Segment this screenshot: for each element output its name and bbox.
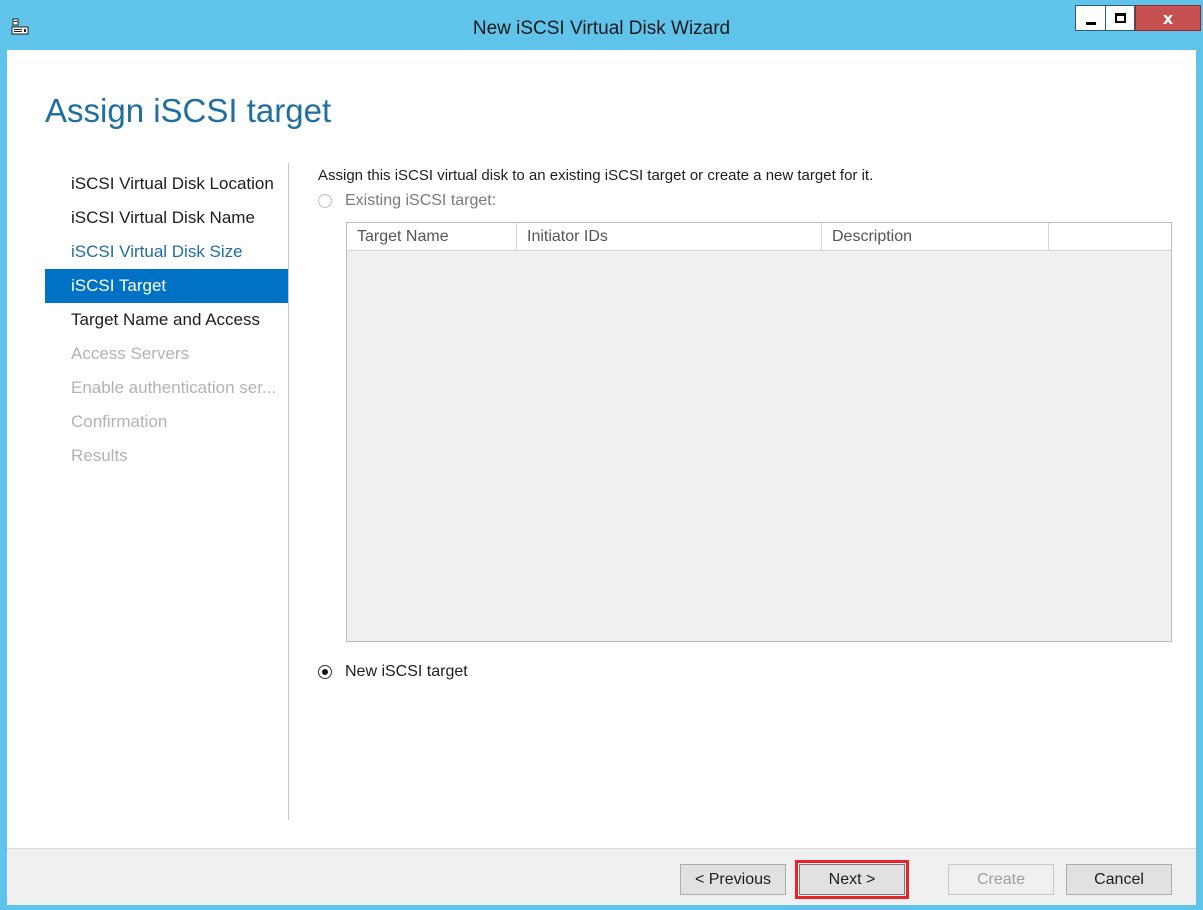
minimize-icon bbox=[1085, 21, 1096, 25]
column-description[interactable]: Description bbox=[822, 223, 1049, 251]
existing-target-label: Existing iSCSI target: bbox=[345, 192, 497, 209]
step-results: Results bbox=[71, 446, 128, 465]
step-enable-authentication: Enable authentication ser... bbox=[71, 378, 277, 397]
step-virtual-disk-name[interactable]: iSCSI Virtual Disk Name bbox=[45, 201, 288, 235]
step-confirmation: Confirmation bbox=[71, 412, 168, 431]
instruction-text: Assign this iSCSI virtual disk to an exi… bbox=[318, 167, 874, 184]
wizard-client-area: Assign iSCSI target iSCSI Virtual Disk L… bbox=[7, 50, 1196, 905]
maximize-button[interactable] bbox=[1105, 5, 1135, 31]
new-target-label[interactable]: New iSCSI target bbox=[345, 663, 468, 681]
existing-target-option: Existing iSCSI target: bbox=[318, 190, 1178, 212]
window-controls: x bbox=[1075, 5, 1201, 31]
step-virtual-disk-size[interactable]: iSCSI Virtual Disk Size bbox=[45, 235, 288, 269]
maximize-icon bbox=[1114, 13, 1126, 23]
page-title: Assign iSCSI target bbox=[45, 92, 332, 129]
table-header: Target Name Initiator IDs Description bbox=[347, 223, 1171, 251]
step-access-servers: Access Servers bbox=[71, 344, 190, 363]
content-panel: Assign this iSCSI virtual disk to an exi… bbox=[318, 166, 1178, 680]
new-target-option[interactable]: New iSCSI target bbox=[318, 661, 468, 683]
new-target-radio[interactable] bbox=[318, 665, 332, 679]
minimize-button[interactable] bbox=[1075, 5, 1105, 31]
nav-divider bbox=[288, 163, 289, 820]
existing-target-radio bbox=[318, 194, 332, 208]
close-icon: x bbox=[1162, 8, 1174, 28]
column-extra[interactable] bbox=[1049, 223, 1171, 251]
column-target-name[interactable]: Target Name bbox=[347, 223, 517, 251]
title-bar[interactable]: New iSCSI Virtual Disk Wizard x bbox=[0, 0, 1203, 50]
column-initiator-ids[interactable]: Initiator IDs bbox=[517, 223, 822, 251]
step-target-name-access[interactable]: Target Name and Access bbox=[45, 303, 288, 337]
wizard-window: New iSCSI Virtual Disk Wizard x Assign i… bbox=[0, 0, 1203, 910]
existing-targets-table: Target Name Initiator IDs Description bbox=[346, 222, 1172, 642]
previous-button[interactable]: < Previous bbox=[680, 864, 786, 895]
window-title: New iSCSI Virtual Disk Wizard bbox=[472, 18, 731, 39]
step-iscsi-target[interactable]: iSCSI Target bbox=[45, 269, 288, 303]
step-virtual-disk-location[interactable]: iSCSI Virtual Disk Location bbox=[45, 167, 288, 201]
next-button[interactable]: Next > bbox=[795, 860, 909, 899]
cancel-button[interactable]: Cancel bbox=[1066, 864, 1172, 895]
wizard-footer: < Previous Next > Create Cancel bbox=[7, 848, 1196, 905]
close-button[interactable]: x bbox=[1135, 5, 1201, 31]
wizard-steps-nav: iSCSI Virtual Disk Location iSCSI Virtua… bbox=[45, 167, 288, 473]
create-button: Create bbox=[948, 864, 1054, 895]
